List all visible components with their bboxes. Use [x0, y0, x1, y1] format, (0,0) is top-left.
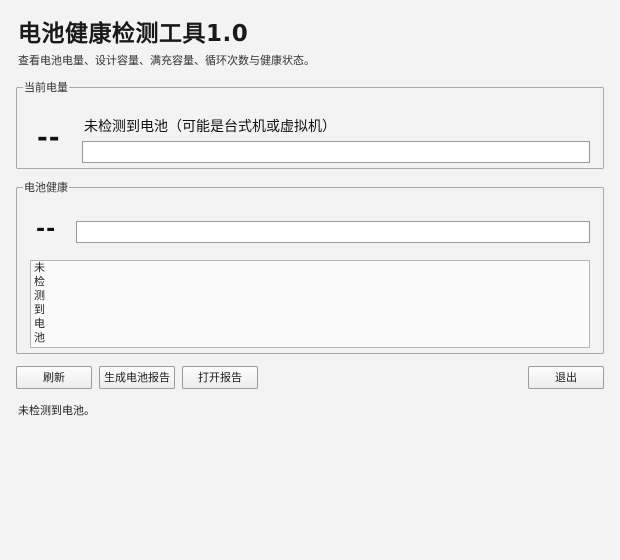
current-charge-value: -- — [37, 123, 61, 153]
open-report-button[interactable]: 打开报告 — [182, 366, 258, 389]
battery-status-message: 未检测到电池（可能是台式机或虚拟机） — [84, 119, 336, 135]
generate-report-button[interactable]: 生成电池报告 — [99, 366, 175, 389]
app-title: 电池健康检测工具1.0 — [18, 21, 249, 47]
battery-health-value: -- — [36, 217, 57, 242]
battery-health-group: 电池健康 -- 未 检 测 到 电 池 — [16, 179, 604, 354]
details-line: 测 — [34, 289, 45, 302]
details-line: 池 — [34, 331, 45, 344]
exit-button[interactable]: 退出 — [528, 366, 604, 389]
current-charge-progress-bar — [82, 141, 590, 163]
current-charge-group: 当前电量 -- 未检测到电池（可能是台式机或虚拟机） — [16, 79, 604, 169]
battery-health-progress-bar — [76, 221, 590, 243]
details-line: 未 — [34, 261, 45, 274]
refresh-button[interactable]: 刷新 — [16, 366, 92, 389]
app-subtitle: 查看电池电量、设计容量、满充容量、循环次数与健康状态。 — [18, 54, 315, 67]
battery-health-legend: 电池健康 — [24, 181, 68, 194]
details-line: 电 — [34, 317, 45, 330]
status-bar-text: 未检测到电池。 — [18, 404, 95, 417]
details-line: 检 — [34, 275, 45, 288]
details-line: 到 — [34, 303, 45, 316]
battery-details-textbox[interactable]: 未 检 测 到 电 池 — [30, 260, 590, 348]
current-charge-legend: 当前电量 — [24, 81, 68, 94]
